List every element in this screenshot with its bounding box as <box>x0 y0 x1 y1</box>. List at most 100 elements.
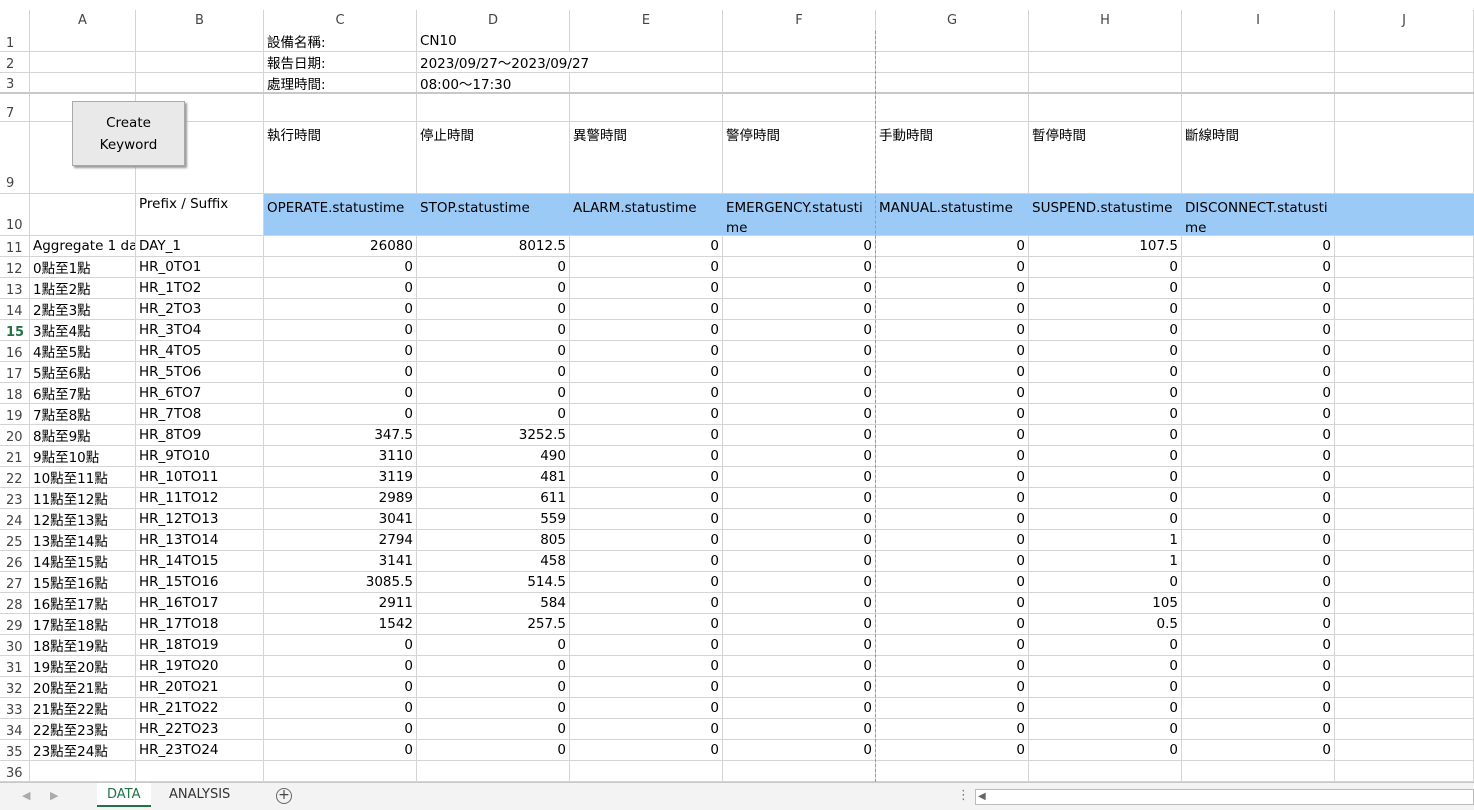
cell-i1[interactable] <box>1182 31 1335 51</box>
row-key-cell[interactable]: HR_6TO7 <box>136 383 264 403</box>
empty-cell[interactable] <box>1335 530 1474 550</box>
value-cell[interactable]: 0 <box>876 740 1029 760</box>
value-cell[interactable]: 0 <box>723 404 876 424</box>
value-cell[interactable]: 0 <box>1182 719 1335 739</box>
row-label-cell[interactable]: 19點至20點 <box>30 656 136 676</box>
value-cell[interactable]: 0 <box>570 572 723 592</box>
value-cell[interactable]: 0 <box>1029 677 1182 697</box>
row-header[interactable]: 28 <box>0 593 30 613</box>
value-cell[interactable]: 0 <box>1029 341 1182 361</box>
value-cell[interactable]: 0 <box>723 320 876 340</box>
row-header[interactable]: 24 <box>0 509 30 529</box>
value-cell[interactable]: 0 <box>417 677 570 697</box>
value-cell[interactable]: 0 <box>1182 278 1335 298</box>
value-cell[interactable]: 481 <box>417 467 570 487</box>
value-cell[interactable]: 0 <box>723 740 876 760</box>
value-cell[interactable]: 0 <box>1182 677 1335 697</box>
cell-j7[interactable] <box>1335 94 1474 121</box>
value-cell[interactable]: 0 <box>570 362 723 382</box>
row-label-cell[interactable]: 6點至7點 <box>30 383 136 403</box>
value-cell[interactable]: 0 <box>876 446 1029 466</box>
cell-a10[interactable] <box>30 194 136 235</box>
row-key-cell[interactable]: HR_19TO20 <box>136 656 264 676</box>
horizontal-scrollbar[interactable]: ◀ <box>975 789 1474 805</box>
row-header[interactable]: 19 <box>0 404 30 424</box>
value-cell[interactable]: 0 <box>1029 425 1182 445</box>
value-cell[interactable]: 0 <box>1182 362 1335 382</box>
row-label-cell[interactable]: 13點至14點 <box>30 530 136 550</box>
row-label-cell[interactable]: 17點至18點 <box>30 614 136 634</box>
value-cell[interactable]: 2911 <box>264 593 417 613</box>
cell-h36[interactable] <box>1029 761 1182 781</box>
info-label-report-date[interactable]: 報告日期: <box>264 52 417 72</box>
column-header-g[interactable]: G <box>876 10 1029 31</box>
empty-cell[interactable] <box>1335 698 1474 718</box>
value-cell[interactable]: 0 <box>570 656 723 676</box>
value-cell[interactable]: 0 <box>417 278 570 298</box>
value-cell[interactable]: 0 <box>876 341 1029 361</box>
value-cell[interactable]: 3085.5 <box>264 572 417 592</box>
value-cell[interactable]: 0 <box>876 236 1029 256</box>
cell-a2[interactable] <box>30 52 136 72</box>
cell-h2[interactable] <box>1029 52 1182 72</box>
cell-i7[interactable] <box>1182 94 1335 121</box>
row-header[interactable]: 22 <box>0 467 30 487</box>
row-label-cell[interactable]: 16點至17點 <box>30 593 136 613</box>
value-cell[interactable]: 0 <box>723 719 876 739</box>
cell-c36[interactable] <box>264 761 417 781</box>
keyword-cell-g[interactable]: MANUAL.statustime <box>876 194 1029 235</box>
cell-i36[interactable] <box>1182 761 1335 781</box>
value-cell[interactable]: 257.5 <box>417 614 570 634</box>
info-value-report-date[interactable]: 2023/09/27～2023/09/27 <box>417 52 589 72</box>
row-label-cell[interactable]: 3點至4點 <box>30 320 136 340</box>
row-key-cell[interactable]: DAY_1 <box>136 236 264 256</box>
row-key-cell[interactable]: HR_9TO10 <box>136 446 264 466</box>
value-cell[interactable]: 3041 <box>264 509 417 529</box>
value-cell[interactable]: 0 <box>570 425 723 445</box>
value-cell[interactable]: 0 <box>570 320 723 340</box>
value-cell[interactable]: 0 <box>723 509 876 529</box>
value-cell[interactable]: 0 <box>1182 488 1335 508</box>
cell-b36[interactable] <box>136 761 264 781</box>
value-cell[interactable]: 0 <box>876 362 1029 382</box>
row-key-cell[interactable]: HR_21TO22 <box>136 698 264 718</box>
value-cell[interactable]: 0 <box>417 698 570 718</box>
column-header-c[interactable]: C <box>264 10 417 31</box>
row-key-cell[interactable]: HR_4TO5 <box>136 341 264 361</box>
cell-g1[interactable] <box>876 31 1029 51</box>
keyword-cell-f[interactable]: EMERGENCY.statustime <box>723 194 876 235</box>
row-label-cell[interactable]: 14點至15點 <box>30 551 136 571</box>
row-key-cell[interactable]: HR_10TO11 <box>136 467 264 487</box>
empty-cell[interactable] <box>1335 656 1474 676</box>
column-header-j[interactable]: J <box>1335 10 1474 31</box>
value-cell[interactable]: 0 <box>570 509 723 529</box>
row-label-cell[interactable]: 2點至3點 <box>30 299 136 319</box>
row-header[interactable]: 27 <box>0 572 30 592</box>
row-label-cell[interactable]: 20點至21點 <box>30 677 136 697</box>
row-label-cell[interactable]: 7點至8點 <box>30 404 136 424</box>
cell-b3[interactable] <box>136 73 264 92</box>
row-header[interactable]: 31 <box>0 656 30 676</box>
cell-f36[interactable] <box>723 761 876 781</box>
row-label-cell[interactable]: 9點至10點 <box>30 446 136 466</box>
row-header[interactable]: 34 <box>0 719 30 739</box>
keyword-cell-d[interactable]: STOP.statustime <box>417 194 570 235</box>
cell-g3[interactable] <box>876 73 1029 92</box>
value-cell[interactable]: 0 <box>570 404 723 424</box>
value-cell[interactable]: 0 <box>723 299 876 319</box>
value-cell[interactable]: 0 <box>1182 299 1335 319</box>
cell-j3[interactable] <box>1335 73 1474 92</box>
value-cell[interactable]: 458 <box>417 551 570 571</box>
value-cell[interactable]: 0 <box>723 572 876 592</box>
empty-cell[interactable] <box>1335 509 1474 529</box>
column-header-e[interactable]: E <box>570 10 723 31</box>
cell-e7[interactable] <box>570 94 723 121</box>
cell-j2[interactable] <box>1335 52 1474 72</box>
row-key-cell[interactable]: HR_1TO2 <box>136 278 264 298</box>
row-label-cell[interactable]: 15點至16點 <box>30 572 136 592</box>
value-cell[interactable]: 0 <box>417 404 570 424</box>
row-label-cell[interactable]: 12點至13點 <box>30 509 136 529</box>
value-cell[interactable]: 0 <box>570 488 723 508</box>
value-cell[interactable]: 0 <box>264 404 417 424</box>
cell-h1[interactable] <box>1029 31 1182 51</box>
